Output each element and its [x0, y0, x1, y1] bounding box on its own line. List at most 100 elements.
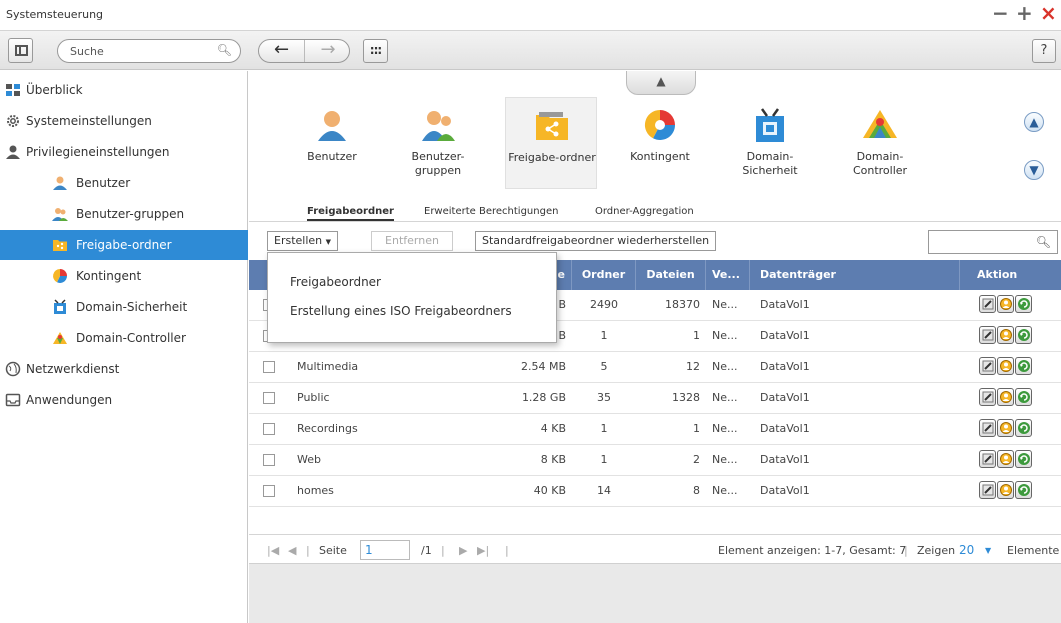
row-checkbox[interactable] — [263, 485, 275, 497]
refresh-button[interactable] — [1015, 481, 1032, 499]
app-user-groups[interactable]: Benutzer-gruppen — [392, 97, 484, 189]
row-checkbox[interactable] — [263, 361, 275, 373]
permissions-icon — [1000, 329, 1012, 341]
tab-advanced-permissions[interactable]: Erweiterte Berechtigungen — [424, 206, 558, 217]
refresh-button[interactable] — [1015, 357, 1032, 375]
users-icon — [422, 111, 455, 141]
pager-separator: | — [306, 544, 310, 557]
table-row[interactable]: Public 1.28 GB 35 1328 Ne... DataVol1 — [249, 383, 1061, 414]
back-button[interactable]: ← — [259, 40, 305, 62]
previous-page-button[interactable]: ◀ — [288, 544, 296, 557]
permissions-button[interactable] — [997, 295, 1014, 313]
pencil-icon — [982, 422, 994, 434]
first-page-button[interactable]: |◀ — [267, 544, 279, 557]
edit-button[interactable] — [979, 326, 996, 344]
row-checkbox[interactable] — [263, 392, 275, 404]
sidebar-item-domain-security[interactable]: Domain-Sicherheit — [0, 292, 248, 322]
per-page-select[interactable]: 20 — [959, 543, 974, 557]
sidebar-item-label: Privilegieneinstellungen — [26, 145, 170, 159]
page-number-input[interactable]: 1 — [360, 540, 410, 560]
table-row[interactable]: homes 40 KB 14 8 Ne... DataVol1 — [249, 476, 1061, 507]
permissions-button[interactable] — [997, 481, 1014, 499]
sidebar-item-shared-folders[interactable]: Freigabe-ordner — [0, 230, 248, 260]
scroll-down-button[interactable]: ▼ — [1024, 160, 1044, 180]
header-folders[interactable]: Ordner — [572, 260, 636, 290]
refresh-icon — [1018, 360, 1030, 372]
sidebar-item-users[interactable]: Benutzer — [0, 168, 248, 198]
help-button[interactable]: ? — [1032, 39, 1056, 63]
permissions-button[interactable] — [997, 357, 1014, 375]
chevron-down-icon[interactable]: ▼ — [985, 546, 991, 555]
toggle-sidebar-button[interactable] — [8, 38, 33, 63]
edit-button[interactable] — [979, 481, 996, 499]
search-input[interactable] — [70, 43, 220, 59]
scroll-up-button[interactable]: ▲ — [1024, 112, 1044, 132]
table-row[interactable]: Web 8 KB 1 2 Ne... DataVol1 — [249, 445, 1061, 476]
apps-grid-button[interactable]: ::: — [363, 39, 388, 63]
table-row[interactable]: Multimedia 2.54 MB 5 12 Ne... DataVol1 — [249, 352, 1061, 383]
cell-files: 1 — [693, 422, 700, 435]
app-domain-security[interactable]: Domain- Sicherheit — [724, 97, 816, 189]
sidebar-item-network-service[interactable]: Netzwerkdienst — [0, 354, 248, 384]
chevron-down-icon: ▼ — [1029, 163, 1039, 177]
refresh-button[interactable] — [1015, 388, 1032, 406]
close-button[interactable]: × — [1040, 3, 1057, 23]
sidebar: Überblick Systemeinstellungen Privilegie… — [0, 71, 248, 623]
cell-volume: DataVol1 — [760, 360, 810, 373]
sidebar-item-overview[interactable]: Überblick — [0, 75, 248, 105]
collapse-panel-button[interactable]: ▲ — [626, 71, 696, 95]
last-page-button[interactable]: ▶| — [477, 544, 489, 557]
forward-button[interactable]: → — [305, 40, 351, 62]
refresh-button[interactable] — [1015, 450, 1032, 468]
edit-button[interactable] — [979, 357, 996, 375]
app-quota[interactable]: Kontingent — [614, 97, 706, 189]
restore-default-folders-button[interactable]: Standardfreigabeordner wiederherstellen — [475, 231, 717, 251]
table-search[interactable]: 🔍︎ — [928, 230, 1058, 254]
sidebar-item-domain-controller[interactable]: Domain-Controller — [0, 323, 248, 353]
edit-button[interactable] — [979, 450, 996, 468]
sidebar-item-label: Anwendungen — [26, 393, 113, 407]
edit-button[interactable] — [979, 419, 996, 437]
header-encryption[interactable]: Ve... — [706, 260, 750, 290]
menu-item-shared-folder[interactable]: Freigabeordner — [290, 275, 381, 289]
app-shared-folders[interactable]: Freigabe-ordner — [505, 97, 597, 189]
cell-folders: 1 — [600, 453, 608, 466]
tab-folder-aggregation[interactable]: Ordner-Aggregation — [595, 206, 694, 217]
tab-shared-folders[interactable]: Freigabeordner — [307, 206, 394, 221]
permissions-button[interactable] — [997, 419, 1014, 437]
next-page-button[interactable]: ▶ — [459, 544, 467, 557]
maximize-button[interactable]: + — [1016, 3, 1033, 23]
row-checkbox[interactable] — [263, 423, 275, 435]
cell-encryption: Ne... — [712, 298, 738, 311]
app-label: Kontingent — [630, 150, 690, 163]
edit-button[interactable] — [979, 388, 996, 406]
app-users[interactable]: Benutzer — [286, 97, 378, 189]
refresh-button[interactable] — [1015, 295, 1032, 313]
edit-button[interactable] — [979, 295, 996, 313]
sidebar-item-user-groups[interactable]: Benutzer-gruppen — [0, 199, 248, 229]
app-domain-controller[interactable]: Domain- Controller — [834, 97, 926, 189]
table-row[interactable]: Recordings 4 KB 1 1 Ne... DataVol1 — [249, 414, 1061, 445]
header-volume[interactable]: Datenträger — [750, 260, 960, 290]
create-button[interactable]: Erstellen ▼ — [267, 231, 339, 251]
remove-button[interactable]: Entfernen — [371, 231, 453, 251]
navigation-buttons: ← → — [258, 39, 350, 63]
refresh-button[interactable] — [1015, 326, 1032, 344]
permissions-button[interactable] — [997, 326, 1014, 344]
menu-item-iso-shared-folder[interactable]: Erstellung eines ISO Freigabeordners — [290, 304, 512, 318]
search-icon[interactable]: 🔍︎ — [217, 43, 232, 57]
cell-folders: 2490 — [590, 298, 618, 311]
row-checkbox[interactable] — [263, 454, 275, 466]
search-icon[interactable]: 🔍︎ — [1036, 235, 1051, 249]
permissions-icon — [1000, 298, 1012, 310]
sidebar-item-applications[interactable]: Anwendungen — [0, 385, 248, 415]
minimize-button[interactable]: − — [992, 3, 1009, 23]
sidebar-item-system-settings[interactable]: Systemeinstellungen — [0, 106, 248, 136]
permissions-button[interactable] — [997, 450, 1014, 468]
search-box[interactable]: 🔍︎ — [57, 39, 241, 63]
refresh-button[interactable] — [1015, 419, 1032, 437]
sidebar-item-quota[interactable]: Kontingent — [0, 261, 248, 291]
permissions-button[interactable] — [997, 388, 1014, 406]
sidebar-item-privilege-settings[interactable]: Privilegieneinstellungen — [0, 137, 248, 167]
header-files[interactable]: Dateien — [636, 260, 706, 290]
